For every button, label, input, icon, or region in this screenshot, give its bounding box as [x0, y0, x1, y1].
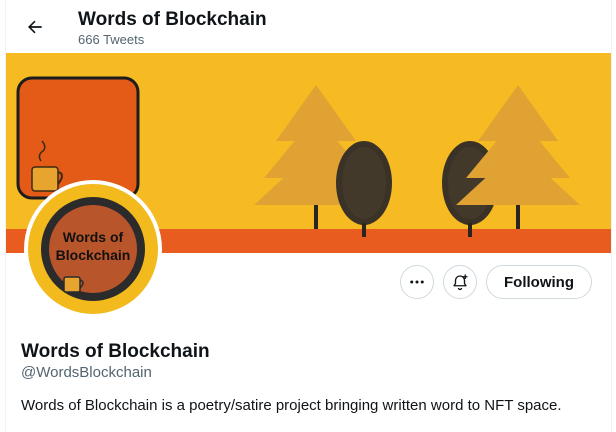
profile-header: Words of Blockchain 666 Tweets: [6, 0, 611, 53]
profile-bio: Words of Blockchain is a poetry/satire p…: [21, 397, 562, 414]
tweet-count: 666 Tweets: [78, 32, 145, 47]
following-button[interactable]: Following: [486, 265, 592, 299]
arrow-left-icon: [28, 20, 42, 34]
avatar-mug-icon: [63, 276, 84, 293]
avatar[interactable]: Words of Blockchain: [24, 180, 162, 318]
avatar-text-line1: Words of: [63, 229, 124, 245]
avatar-text-line2: Blockchain: [56, 247, 131, 263]
back-button[interactable]: [20, 12, 50, 42]
more-options-icon: [410, 280, 424, 284]
profile-name: Words of Blockchain: [21, 341, 210, 362]
bell-add-icon: [453, 274, 468, 291]
more-options-button[interactable]: [400, 265, 434, 299]
profile-handle: @WordsBlockchain: [21, 364, 152, 381]
page-title: Words of Blockchain: [78, 9, 267, 30]
notifications-button[interactable]: [443, 265, 477, 299]
profile-page: Words of Blockchain 666 Tweets Words of …: [5, 0, 612, 432]
